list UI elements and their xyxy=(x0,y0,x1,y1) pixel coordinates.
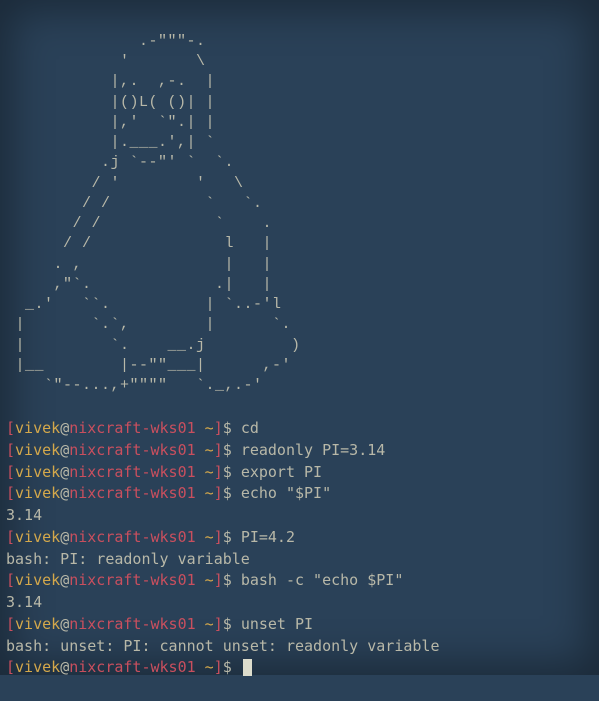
prompt-close-bracket: ] xyxy=(214,441,223,459)
command-line[interactable]: [vivek@nixcraft-wks01 ~]$ echo "$PI" xyxy=(6,483,593,505)
command-text: PI=4.2 xyxy=(241,528,295,546)
prompt-symbol: $ xyxy=(223,419,241,437)
prompt-at: @ xyxy=(60,658,69,676)
prompt-close-bracket: ] xyxy=(214,528,223,546)
prompt-user: vivek xyxy=(15,441,60,459)
prompt-open-bracket: [ xyxy=(6,528,15,546)
command-line[interactable]: [vivek@nixcraft-wks01 ~]$ PI=4.2 xyxy=(6,527,593,549)
prompt-open-bracket: [ xyxy=(6,441,15,459)
command-line[interactable]: [vivek@nixcraft-wks01 ~]$ export PI xyxy=(6,462,593,484)
prompt-user: vivek xyxy=(15,419,60,437)
prompt-host: nixcraft-wks01 xyxy=(69,615,195,633)
prompt-at: @ xyxy=(60,528,69,546)
prompt-path: ~ xyxy=(196,484,214,502)
prompt-path: ~ xyxy=(196,463,214,481)
prompt-symbol: $ xyxy=(223,484,241,502)
tux-ascii-art: .-"""-. ' \ |,. ,-. | |()L( ()| | |,' `"… xyxy=(6,32,593,397)
output-text: bash: unset: PI: cannot unset: readonly … xyxy=(6,637,439,655)
output-text: 3.14 xyxy=(6,593,42,611)
prompt-symbol: $ xyxy=(223,463,241,481)
prompt-symbol: $ xyxy=(223,571,241,589)
cursor xyxy=(243,659,252,676)
command-text: export PI xyxy=(241,463,322,481)
output-line: bash: PI: readonly variable xyxy=(6,549,593,571)
prompt-close-bracket: ] xyxy=(214,658,223,676)
prompt-close-bracket: ] xyxy=(214,571,223,589)
output-line: bash: unset: PI: cannot unset: readonly … xyxy=(6,636,593,658)
prompt-host: nixcraft-wks01 xyxy=(69,484,195,502)
command-text: bash -c "echo $PI" xyxy=(241,571,404,589)
prompt-host: nixcraft-wks01 xyxy=(69,463,195,481)
prompt-path: ~ xyxy=(196,615,214,633)
command-line[interactable]: [vivek@nixcraft-wks01 ~]$ readonly PI=3.… xyxy=(6,440,593,462)
prompt-open-bracket: [ xyxy=(6,615,15,633)
prompt-path: ~ xyxy=(196,441,214,459)
prompt-close-bracket: ] xyxy=(214,419,223,437)
terminal-output[interactable]: .-"""-. ' \ |,. ,-. | |()L( ()| | |,' `"… xyxy=(6,10,593,701)
command-line[interactable]: [vivek@nixcraft-wks01 ~]$ unset PI xyxy=(6,614,593,636)
command-line[interactable]: [vivek@nixcraft-wks01 ~]$ bash -c "echo … xyxy=(6,570,593,592)
prompt-at: @ xyxy=(60,484,69,502)
command-text: echo "$PI" xyxy=(241,484,331,502)
prompt-host: nixcraft-wks01 xyxy=(69,528,195,546)
prompt-symbol: $ xyxy=(223,528,241,546)
prompt-user: vivek xyxy=(15,484,60,502)
prompt-host: nixcraft-wks01 xyxy=(69,571,195,589)
output-text: 3.14 xyxy=(6,506,42,524)
prompt-path: ~ xyxy=(196,571,214,589)
prompt-symbol: $ xyxy=(223,615,241,633)
prompt-close-bracket: ] xyxy=(214,615,223,633)
prompt-path: ~ xyxy=(196,419,214,437)
command-line[interactable]: [vivek@nixcraft-wks01 ~]$ cd xyxy=(6,418,593,440)
prompt-host: nixcraft-wks01 xyxy=(69,441,195,459)
prompt-at: @ xyxy=(60,441,69,459)
prompt-at: @ xyxy=(60,615,69,633)
command-line[interactable]: [vivek@nixcraft-wks01 ~]$ xyxy=(6,657,593,679)
prompt-symbol: $ xyxy=(223,441,241,459)
prompt-user: vivek xyxy=(15,658,60,676)
command-text: cd xyxy=(241,419,259,437)
prompt-open-bracket: [ xyxy=(6,419,15,437)
prompt-open-bracket: [ xyxy=(6,658,15,676)
command-text: readonly PI=3.14 xyxy=(241,441,386,459)
prompt-user: vivek xyxy=(15,463,60,481)
prompt-user: vivek xyxy=(15,615,60,633)
prompt-close-bracket: ] xyxy=(214,484,223,502)
output-line: 3.14 xyxy=(6,505,593,527)
prompt-host: nixcraft-wks01 xyxy=(69,658,195,676)
prompt-close-bracket: ] xyxy=(214,463,223,481)
prompt-host: nixcraft-wks01 xyxy=(69,419,195,437)
prompt-at: @ xyxy=(60,571,69,589)
command-text: unset PI xyxy=(241,615,313,633)
prompt-at: @ xyxy=(60,419,69,437)
prompt-symbol: $ xyxy=(223,658,241,676)
prompt-path: ~ xyxy=(196,658,214,676)
output-line: 3.14 xyxy=(6,592,593,614)
prompt-user: vivek xyxy=(15,571,60,589)
prompt-at: @ xyxy=(60,463,69,481)
prompt-open-bracket: [ xyxy=(6,463,15,481)
prompt-open-bracket: [ xyxy=(6,484,15,502)
output-text: bash: PI: readonly variable xyxy=(6,550,250,568)
prompt-user: vivek xyxy=(15,528,60,546)
prompt-path: ~ xyxy=(196,528,214,546)
prompt-open-bracket: [ xyxy=(6,571,15,589)
